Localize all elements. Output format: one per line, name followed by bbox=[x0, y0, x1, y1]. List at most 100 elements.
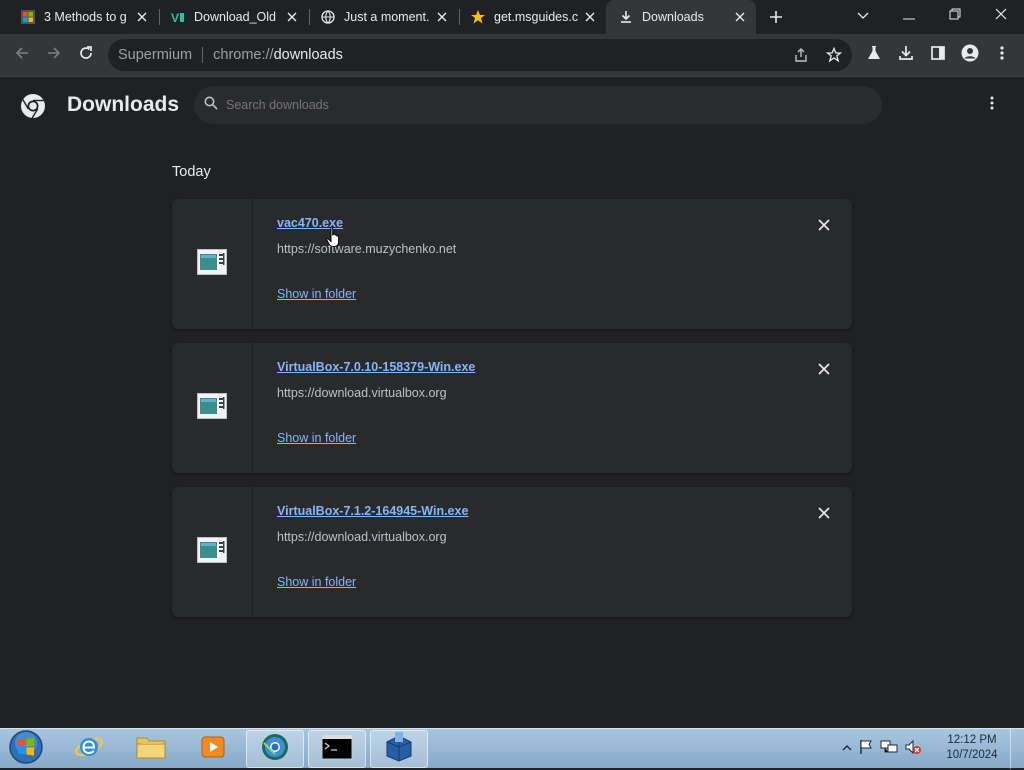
forward-button[interactable] bbox=[38, 39, 70, 71]
taskbar-command-prompt[interactable] bbox=[308, 730, 366, 768]
close-tab-icon[interactable] bbox=[284, 9, 300, 25]
file-name-link[interactable]: VirtualBox-7.0.10-158379-Win.exe bbox=[277, 360, 475, 374]
close-tab-icon[interactable] bbox=[434, 9, 450, 25]
taskbar-browser[interactable] bbox=[246, 730, 304, 768]
show-in-folder-link[interactable]: Show in folder bbox=[277, 575, 356, 589]
volume-muted-icon[interactable] bbox=[904, 739, 922, 760]
browser-toolbar: Supermium chrome:// downloads bbox=[0, 34, 1024, 76]
close-tab-icon[interactable] bbox=[582, 9, 598, 25]
close-icon bbox=[995, 7, 1007, 25]
close-window-button[interactable] bbox=[978, 0, 1024, 32]
clock-date: 10/7/2024 bbox=[946, 749, 998, 761]
tab-title: 3 Methods to g bbox=[44, 10, 127, 24]
close-tab-icon[interactable] bbox=[134, 9, 150, 25]
browser-name-chip: Supermium bbox=[118, 47, 193, 63]
system-clock[interactable]: 12:12 PM 10/7/2024 bbox=[940, 733, 1004, 763]
address-bar[interactable]: Supermium chrome:// downloads bbox=[108, 39, 852, 71]
vb-icon: V bbox=[170, 9, 186, 25]
file-icon-column bbox=[172, 199, 253, 329]
restore-button[interactable] bbox=[932, 0, 978, 32]
forward-arrow-icon bbox=[46, 45, 62, 66]
more-vert-icon bbox=[990, 96, 994, 115]
download-item: VirtualBox-7.0.10-158379-Win.exe https:/… bbox=[172, 343, 852, 473]
search-input[interactable] bbox=[226, 98, 826, 112]
flask-icon bbox=[866, 45, 882, 66]
download-icon bbox=[898, 45, 914, 66]
remove-download-button[interactable] bbox=[812, 359, 836, 383]
start-button[interactable] bbox=[4, 729, 48, 770]
chrome-logo-icon bbox=[20, 93, 46, 119]
file-name-link[interactable]: VirtualBox-7.1.2-164945-Win.exe bbox=[277, 504, 468, 518]
browser-menu-button[interactable] bbox=[986, 39, 1018, 71]
windows-taskbar: 12:12 PM 10/7/2024 bbox=[0, 728, 1024, 770]
page-menu-button[interactable] bbox=[980, 93, 1004, 117]
downloads-page: Downloads Today vac470.exe https://softw… bbox=[0, 77, 1024, 728]
side-panel-button[interactable] bbox=[922, 39, 954, 71]
show-in-folder-link[interactable]: Show in folder bbox=[277, 431, 356, 445]
reload-icon bbox=[78, 45, 94, 66]
page-title: Downloads bbox=[67, 93, 180, 116]
minimize-icon bbox=[903, 7, 915, 25]
executable-file-icon bbox=[197, 392, 227, 424]
show-in-folder-link[interactable]: Show in folder bbox=[277, 287, 356, 301]
search-icon bbox=[204, 96, 218, 115]
page-header: Downloads bbox=[0, 77, 1024, 133]
reload-button[interactable] bbox=[70, 39, 102, 71]
clock-time: 12:12 PM bbox=[947, 734, 997, 746]
taskbar-app-installer[interactable] bbox=[370, 730, 428, 768]
network-icon[interactable] bbox=[880, 739, 898, 760]
download-item: vac470.exe https://software.muzychenko.n… bbox=[172, 199, 852, 329]
taskbar-internet-explorer[interactable] bbox=[60, 730, 118, 768]
installer-icon bbox=[383, 731, 415, 767]
back-button[interactable] bbox=[6, 39, 38, 71]
close-tab-icon[interactable] bbox=[732, 9, 748, 25]
remove-download-button[interactable] bbox=[812, 503, 836, 527]
new-tab-button[interactable] bbox=[764, 6, 788, 28]
source-url: https://software.muzychenko.net bbox=[277, 242, 457, 256]
close-icon bbox=[818, 362, 830, 380]
tab-downloads[interactable]: Downloads bbox=[606, 0, 756, 34]
remove-download-button[interactable] bbox=[812, 215, 836, 239]
tab-title: get.msguides.c bbox=[494, 10, 579, 24]
downloads-button[interactable] bbox=[890, 39, 922, 71]
tab-title: Downloads bbox=[642, 10, 704, 24]
tab-4[interactable]: get.msguides.c bbox=[458, 0, 606, 34]
svg-text:V: V bbox=[171, 11, 179, 25]
star-icon bbox=[470, 9, 486, 25]
internet-explorer-icon bbox=[73, 731, 105, 768]
restore-icon bbox=[949, 7, 961, 25]
system-tray bbox=[842, 735, 922, 763]
tab-1[interactable]: 3 Methods to g bbox=[8, 0, 158, 34]
bookmark-star-icon[interactable] bbox=[818, 39, 850, 71]
hand-cursor-icon bbox=[326, 226, 342, 248]
tab-search-button[interactable] bbox=[840, 0, 886, 32]
media-player-icon bbox=[199, 733, 227, 766]
date-section-label: Today bbox=[172, 164, 211, 180]
labs-button[interactable] bbox=[858, 39, 890, 71]
close-icon bbox=[818, 218, 830, 236]
tab-title: Download_Old bbox=[194, 10, 276, 24]
windows-orb-icon bbox=[8, 729, 44, 770]
terminal-icon bbox=[321, 734, 353, 765]
show-desktop-button[interactable] bbox=[1010, 729, 1024, 769]
show-hidden-icons-icon[interactable] bbox=[842, 740, 852, 758]
search-downloads-field[interactable] bbox=[194, 86, 882, 124]
taskbar-file-explorer[interactable] bbox=[122, 730, 180, 768]
folder-icon bbox=[135, 733, 167, 766]
share-icon[interactable] bbox=[785, 39, 817, 71]
tab-strip: 3 Methods to g V Download_Old Just a mom… bbox=[0, 0, 1024, 34]
download-icon bbox=[618, 9, 634, 25]
profile-button[interactable] bbox=[954, 39, 986, 71]
file-icon-column bbox=[172, 343, 253, 473]
supermium-icon bbox=[260, 732, 290, 767]
minimize-button[interactable] bbox=[886, 0, 932, 32]
executable-file-icon bbox=[197, 536, 227, 568]
taskbar-media-player[interactable] bbox=[184, 730, 242, 768]
url-host: downloads bbox=[273, 47, 343, 63]
more-vert-icon bbox=[1000, 45, 1004, 65]
tab-3[interactable]: Just a moment. bbox=[308, 0, 458, 34]
action-center-flag-icon[interactable] bbox=[858, 739, 874, 760]
omnibox-divider bbox=[202, 47, 204, 63]
globe-icon bbox=[320, 9, 336, 25]
tab-2[interactable]: V Download_Old bbox=[158, 0, 308, 34]
